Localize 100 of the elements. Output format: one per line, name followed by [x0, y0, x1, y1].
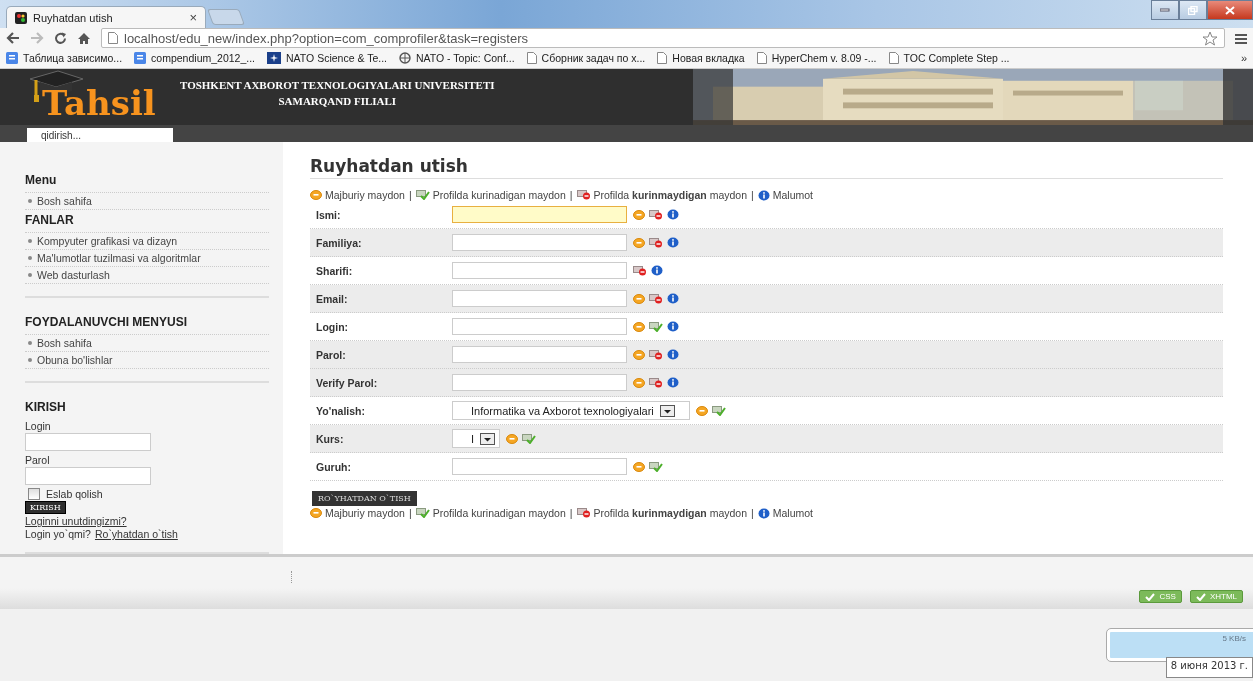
profile-hidden-icon [576, 190, 591, 200]
field-label: Yo'nalish: [315, 404, 366, 417]
bullet-icon [28, 341, 32, 345]
field-label: Guruh: [315, 460, 352, 473]
checkbox-label: Eslab qolish [46, 488, 103, 500]
field-label: Familiya: [315, 236, 363, 249]
menu-link[interactable]: Obuna bo'lishlar [37, 354, 113, 366]
check-icon [1195, 592, 1206, 601]
menu-link[interactable]: Bosh sahifa [37, 195, 92, 207]
maximize-button[interactable] [1179, 0, 1207, 20]
new-tab-button[interactable] [207, 9, 245, 25]
address-bar[interactable]: localhost/edu_new/index.php?option=com_comprofiler&task=registers [101, 28, 1225, 48]
bullet-icon [28, 273, 32, 277]
select-field[interactable]: I [452, 429, 501, 448]
page-icon [756, 52, 767, 64]
page-icon [888, 52, 899, 64]
menu-icon[interactable] [1235, 32, 1247, 44]
checkbox[interactable] [28, 488, 40, 500]
back-icon[interactable] [6, 32, 20, 44]
info-icon [757, 189, 770, 201]
field-label: Email: [315, 292, 349, 305]
reload-icon[interactable] [54, 31, 67, 45]
field-label: Verify Parol: [315, 376, 379, 389]
field-label: Parol: [315, 348, 347, 361]
legend-text: Majburiy maydon [325, 507, 405, 519]
branch-name: SAMARQAND FILIALI [278, 95, 397, 107]
date-tooltip: 8 июня 2013 г. [1165, 657, 1253, 678]
text-field[interactable] [452, 234, 627, 251]
legend-text: Malumot [772, 507, 813, 519]
menu-heading: Menu [25, 170, 269, 193]
page-icon [657, 52, 668, 64]
legend-separator: | [569, 189, 573, 201]
minimize-button[interactable] [1151, 0, 1179, 20]
browser-tab[interactable]: Ruyhatdan utish × [6, 6, 206, 28]
text-field[interactable] [452, 374, 627, 391]
register-link[interactable]: Ro`yhatdan o`tish [94, 528, 178, 540]
bookmark[interactable]: HyperChem v. 8.09 -... [756, 52, 877, 64]
profile-visible-icon [415, 190, 430, 200]
field-label: Login: [315, 320, 350, 333]
bookmark[interactable]: TOC Complete Step ... [888, 52, 1010, 64]
text-field[interactable] [452, 290, 627, 307]
legend-text: Majburiy maydon [325, 189, 405, 201]
info-icon [757, 507, 770, 519]
select-field[interactable]: Informatika va Axborot texnologiyalari [452, 401, 690, 420]
star-icon[interactable] [1202, 30, 1218, 46]
required-icon [310, 508, 322, 518]
text-field[interactable] [452, 262, 627, 279]
menu-heading: KIRISH [25, 399, 66, 416]
login-field[interactable] [25, 433, 151, 451]
network-speed: 5 KB/s [1222, 634, 1246, 643]
legend-text: Malumot [772, 189, 813, 201]
more-bookmarks[interactable]: » [1240, 52, 1247, 64]
bullet-icon [28, 239, 32, 243]
bookmark[interactable]: Таблица зависимо... [6, 52, 123, 64]
bookmark[interactable]: Сборник задач по х... [526, 52, 646, 64]
password-field[interactable] [25, 467, 151, 485]
menu-link[interactable]: Web dasturlash [37, 269, 110, 281]
menu-link[interactable]: Ma'lumotlar tuzilmasi va algoritmlar [37, 252, 201, 264]
document-icon [134, 52, 147, 64]
profile-visible-icon [415, 508, 430, 518]
site-logo[interactable]: Tahsil [42, 83, 156, 123]
required-icon [310, 190, 322, 200]
legend-separator: | [569, 507, 573, 519]
globe-icon [399, 52, 411, 64]
text-field[interactable] [452, 346, 627, 363]
bookmark[interactable]: compendium_2012_... [134, 52, 255, 64]
bullet-icon [28, 358, 32, 362]
bookmark[interactable]: Новая вкладка [657, 52, 745, 64]
tab-close[interactable]: × [189, 10, 197, 25]
check-icon [1145, 592, 1156, 601]
site-favicon [15, 11, 27, 24]
login-button[interactable]: KIRISH [25, 501, 66, 514]
bookmark[interactable]: NATO - Topic: Conf... [399, 52, 515, 64]
bookmark[interactable]: NATO Science & Te... [267, 52, 387, 64]
tab-title: Ruyhatdan utish [33, 11, 114, 24]
text-field[interactable] [452, 206, 627, 223]
compass-flag-icon [267, 52, 281, 64]
home-icon[interactable] [77, 31, 91, 45]
text-field[interactable] [452, 458, 627, 475]
legend-separator: | [408, 189, 412, 201]
field-label: Parol [25, 454, 50, 466]
page-icon [526, 52, 537, 64]
text-field[interactable] [452, 318, 627, 335]
menu-heading: FANLAR [25, 210, 269, 233]
close-button[interactable] [1207, 0, 1253, 20]
field-label: Ismi: [315, 208, 342, 221]
menu-heading: FOYDALANUVCHI MENYUSI [25, 312, 269, 335]
menu-link[interactable]: Bosh sahifa [37, 337, 92, 349]
legend-text: Profilda kurinadigan maydon [432, 507, 566, 519]
field-label: Sharifi: [315, 264, 354, 277]
profile-hidden-icon [576, 508, 591, 518]
menu-link[interactable]: Kompyuter grafikasi va dizayn [37, 235, 178, 247]
forgot-link[interactable]: Loginni unutdingizmi? [25, 515, 127, 527]
legend-separator: | [751, 189, 754, 201]
page-icon [108, 32, 118, 44]
forward-icon[interactable] [30, 32, 44, 44]
legend-text: Profilda kurinmaydigan maydon [593, 507, 747, 519]
search-field[interactable]: qidirish... [27, 128, 173, 142]
register-button[interactable]: RO`YHATDAN O`TISH [312, 491, 417, 506]
close-icon [1225, 5, 1235, 15]
